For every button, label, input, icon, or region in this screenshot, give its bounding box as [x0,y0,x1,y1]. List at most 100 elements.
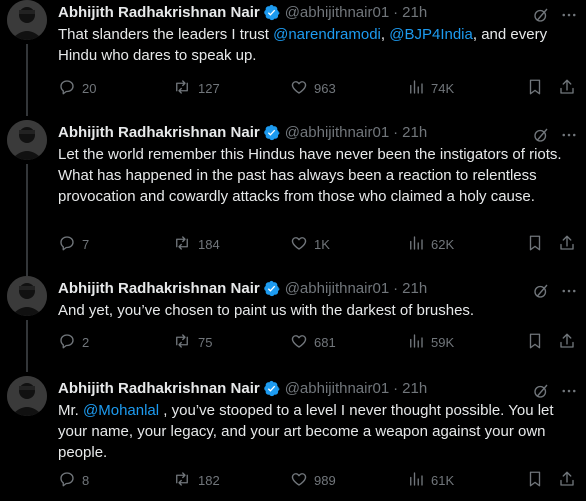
tweet-header: Abhijith Radhakrishnan Nair @abhijithnai… [58,122,427,142]
verified-badge-icon [263,4,280,21]
tweet[interactable]: Abhijith Radhakrishnan Nair @abhijithnai… [0,0,586,112]
timestamp[interactable]: 21h [402,280,427,297]
bookmark-button[interactable] [526,78,550,99]
bookmark-icon [526,332,550,353]
verified-badge-icon [263,124,280,141]
share-button[interactable] [558,78,582,99]
tweet-actions: 7 184 1K 62K [58,234,578,254]
mention-link[interactable]: @BJP4India [389,26,473,43]
views-icon [407,78,431,99]
share-icon [558,470,582,491]
avatar[interactable] [7,120,47,160]
author-name[interactable]: Abhijith Radhakrishnan Nair [58,280,260,297]
share-icon [558,234,582,255]
views-icon [407,470,431,491]
like-count: 1K [314,237,330,252]
repost-icon [172,234,198,255]
tweet-text: Let the world remember this Hindus have … [58,146,562,205]
author-handle[interactable]: @abhijithnair01 [285,124,389,141]
share-icon [558,78,582,99]
share-button[interactable] [558,470,582,491]
views-count: 59K [431,335,455,350]
separator: · [393,279,399,297]
separator: · [393,3,399,21]
tweet-text-part: That slanders the leaders I trust [58,26,274,43]
separator: · [393,379,399,397]
mention-link[interactable]: @narendramodi [273,26,381,43]
reply-count: 7 [82,237,90,252]
avatar[interactable] [7,276,47,316]
reply-button[interactable]: 8 [58,470,89,491]
tweet-header: Abhijith Radhakrishnan Nair @abhijithnai… [58,278,427,298]
views-button[interactable]: 74K [407,78,454,99]
author-handle[interactable]: @abhijithnair01 [285,380,389,397]
bookmark-button[interactable] [526,470,550,491]
like-count: 963 [314,81,336,96]
author-handle[interactable]: @abhijithnair01 [285,280,389,297]
repost-icon [172,78,198,99]
repost-button[interactable]: 127 [172,78,220,99]
reply-count: 20 [82,81,97,96]
reply-icon [58,332,82,353]
tweet[interactable]: Abhijith Radhakrishnan Nair @abhijithnai… [0,376,586,501]
bookmark-icon [526,234,550,255]
reply-count: 8 [82,473,90,488]
repost-icon [172,470,198,491]
tweet[interactable]: Abhijith Radhakrishnan Nair @abhijithnai… [0,276,586,362]
timestamp[interactable]: 21h [402,124,427,141]
like-button[interactable]: 1K [290,234,330,255]
like-icon [290,78,314,99]
views-count: 61K [431,473,455,488]
repost-button[interactable]: 182 [172,470,220,491]
bookmark-icon [526,78,550,99]
views-button[interactable]: 59K [407,332,454,353]
tweet-text: And yet, you’ve chosen to paint us with … [58,302,475,319]
like-button[interactable]: 989 [290,470,336,491]
tweet-text: Mr. @Mohanlal , you’ve stooped to a leve… [58,400,563,463]
repost-count: 75 [198,335,213,350]
bookmark-button[interactable] [526,234,550,255]
reply-button[interactable]: 20 [58,78,96,99]
views-count: 62K [431,237,455,252]
repost-count: 182 [198,473,220,488]
views-icon [407,332,431,353]
verified-badge-icon [263,380,280,397]
like-button[interactable]: 681 [290,332,336,353]
author-name[interactable]: Abhijith Radhakrishnan Nair [58,380,260,397]
share-button[interactable] [558,332,582,353]
like-icon [290,234,314,255]
bookmark-button[interactable] [526,332,550,353]
tweet-actions: 2 75 681 59K [58,332,578,352]
reply-icon [58,470,82,491]
author-name[interactable]: Abhijith Radhakrishnan Nair [58,124,260,141]
reply-count: 2 [82,335,90,350]
bookmark-icon [526,470,550,491]
views-button[interactable]: 61K [407,470,454,491]
like-icon [290,332,314,353]
like-count: 989 [314,473,336,488]
views-count: 74K [431,81,455,96]
reply-icon [58,78,82,99]
tweet-text-part: , [380,26,390,43]
tweet-text-part: Mr. [58,402,83,419]
timestamp[interactable]: 21h [402,380,427,397]
repost-button[interactable]: 75 [172,332,212,353]
tweet-header: Abhijith Radhakrishnan Nair @abhijithnai… [58,2,427,22]
share-icon [558,332,582,353]
share-button[interactable] [558,234,582,255]
avatar[interactable] [7,0,47,40]
avatar[interactable] [7,376,47,416]
reply-icon [58,234,82,255]
reply-button[interactable]: 7 [58,234,89,255]
author-handle[interactable]: @abhijithnair01 [285,4,389,21]
author-name[interactable]: Abhijith Radhakrishnan Nair [58,4,260,21]
mention-link[interactable]: @Mohanlal [83,402,159,419]
repost-button[interactable]: 184 [172,234,220,255]
separator: · [393,123,399,141]
like-button[interactable]: 963 [290,78,336,99]
reply-button[interactable]: 2 [58,332,89,353]
views-icon [407,234,431,255]
timestamp[interactable]: 21h [402,4,427,21]
views-button[interactable]: 62K [407,234,454,255]
tweet[interactable]: Abhijith Radhakrishnan Nair @abhijithnai… [0,120,586,270]
